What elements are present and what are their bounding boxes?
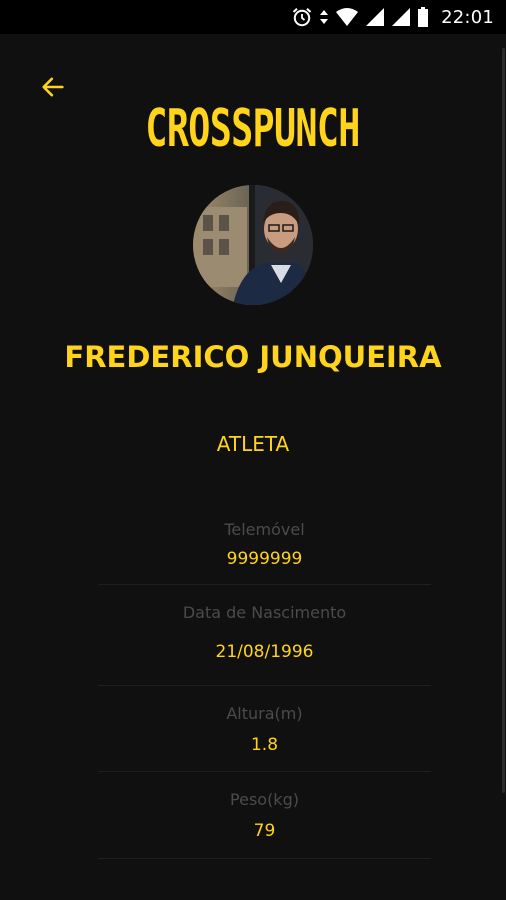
wifi-icon [335, 6, 359, 28]
info-label: Telemóvel [224, 520, 305, 539]
info-row-phone: Telemóvel 9999999 [98, 506, 431, 585]
data-arrows-icon [319, 6, 329, 28]
profile-role: ATLETA [216, 432, 290, 456]
signal-icon [365, 6, 385, 28]
info-value: 79 [253, 821, 276, 841]
info-row-birthdate: Data de Nascimento 21/08/1996 [98, 585, 431, 686]
info-value: 9999999 [226, 549, 303, 569]
status-icons: 22:01 [291, 6, 494, 28]
info-list: Telemóvel 9999999 Data de Nascimento 21/… [98, 506, 431, 859]
info-row-weight: Peso(kg) 79 [98, 772, 431, 859]
info-label: Data de Nascimento [182, 603, 347, 622]
status-time: 22:01 [441, 6, 494, 28]
brand-logo: CROSSPUNCH [0, 96, 506, 162]
profile-screen: CROSSPUNCH FREDERICO JUNQUEIRA ATLETA Te… [0, 34, 506, 900]
profile-name: FREDERICO JUNQUEIRA [64, 340, 442, 374]
brand-logo-text: CROSSPUNCH [145, 98, 361, 159]
info-row-height: Altura(m) 1.8 [98, 686, 431, 772]
avatar [193, 185, 313, 305]
signal-icon-2 [391, 6, 411, 28]
info-value: 1.8 [250, 735, 279, 755]
info-label: Altura(m) [226, 704, 303, 723]
info-label: Peso(kg) [230, 790, 299, 809]
battery-icon [417, 6, 429, 28]
profile-photo [193, 185, 313, 305]
status-bar: 22:01 [0, 0, 506, 34]
alarm-icon [291, 6, 313, 28]
info-value: 21/08/1996 [215, 642, 314, 662]
